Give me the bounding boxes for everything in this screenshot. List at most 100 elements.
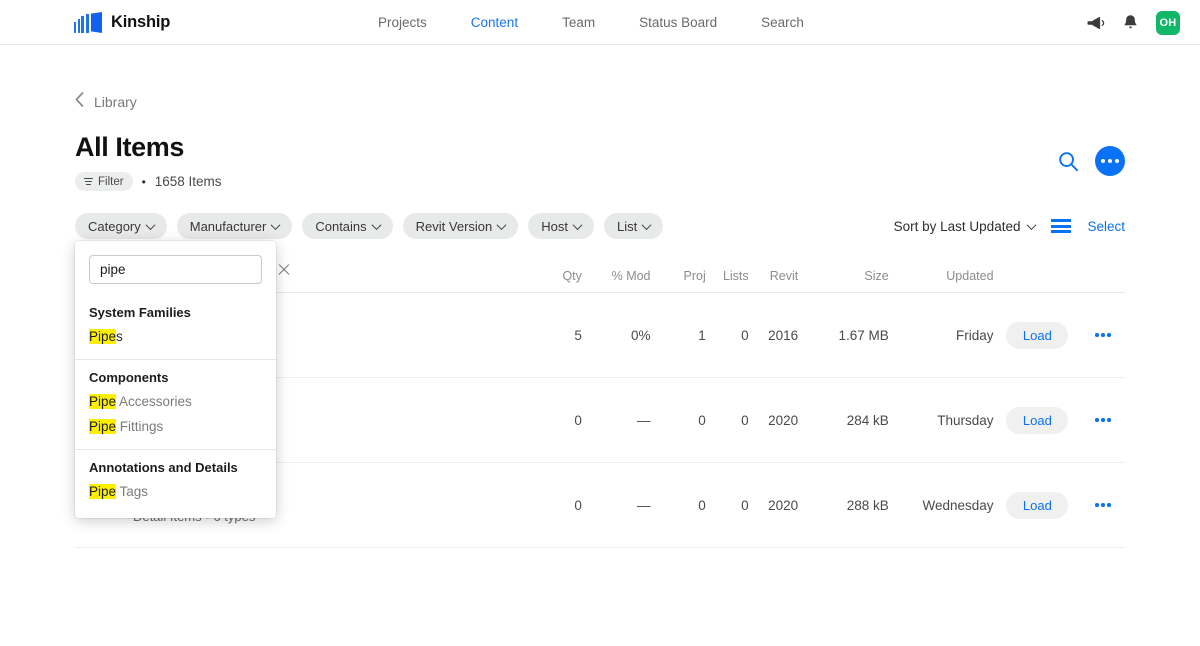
nav-link-search[interactable]: Search [761,15,804,30]
load-button[interactable]: Load [1006,406,1069,434]
row-mod: — [637,497,651,513]
row-size: 288 kB [846,497,889,513]
nav-link-content[interactable]: Content [471,15,518,30]
row-revit: 2020 [768,412,799,428]
row-updated: Thursday [937,412,994,428]
filter-dropdown-host[interactable]: Host [528,213,594,239]
nav-link-status-board[interactable]: Status Board [639,15,717,30]
row-more-cell [1081,333,1125,337]
dropdown-item-pipes[interactable]: Pipes [75,324,276,349]
chip-label-manufacturer: Manufacturer [189,218,267,234]
row-revit: 2016 [768,327,799,343]
megaphone-icon[interactable] [1086,15,1105,31]
sort-dropdown[interactable]: Sort by Last Updated [893,218,1037,234]
category-dropdown-panel: System Families Pipes Components Pipe Ac… [75,241,277,518]
select-button[interactable]: Select [1087,219,1125,234]
column-header-lists: Lists [722,268,749,283]
column-header-updated: Updated [946,268,994,283]
dropdown-group-system-families: System Families Pipes [75,295,276,360]
row-qty: 0 [574,412,582,428]
item-rest: Tags [116,484,149,499]
chip-label-contains: Contains [315,218,367,234]
page-meta: Filter • 1658 Items [75,172,222,191]
nav-link-projects[interactable]: Projects [378,15,427,30]
item-count: 1658 Items [154,174,222,189]
row-lists: 0 [741,497,749,513]
row-more-cell [1081,418,1125,422]
item-rest: s [116,329,123,344]
column-header-size: Size [864,268,889,283]
column-header-proj: Proj [683,268,706,283]
bell-icon[interactable] [1123,14,1138,31]
column-header-qty: Qty [562,268,582,283]
row-proj: 1 [698,327,706,343]
search-icon[interactable] [1058,151,1079,172]
dropdown-group-components: Components Pipe Accessories Pipe Fitting… [75,360,276,450]
filter-dropdown-category[interactable]: Category [75,213,167,239]
row-revit: 2020 [768,497,799,513]
row-qty: 0 [574,497,582,513]
match-highlight: Pipe [89,394,117,409]
column-header-revit: Revit [769,268,799,283]
brand-logo[interactable]: Kinship [74,11,170,33]
load-button[interactable]: Load [1006,321,1069,349]
dropdown-group-title: Components [89,370,169,385]
filter-bar: Category Manufacturer Contains Revit Ver… [75,213,1125,239]
chevron-down-icon [1027,219,1037,230]
close-icon[interactable] [277,263,291,277]
dropdown-group-annotations-and-details: Annotations and Details Pipe Tags [75,450,276,512]
filter-chips: Category Manufacturer Contains Revit Ver… [75,213,664,239]
title-actions [1058,146,1125,176]
row-more-button[interactable] [1095,418,1111,422]
main-nav-links: Projects Content Team Status Board Searc… [378,0,848,45]
dropdown-search-box[interactable] [89,255,277,284]
filter-chip[interactable]: Filter [75,172,133,191]
chevron-down-icon [371,219,382,230]
row-load-cell: Load [994,406,1082,434]
title-block: All Items Filter • 1658 Items [75,134,222,191]
chip-label-revit-version: Revit Version [415,218,493,234]
chevron-left-icon [75,92,84,111]
kinship-logo-icon [74,11,102,33]
row-lists: 0 [741,327,749,343]
row-mod: 0% [631,327,651,343]
dropdown-item-pipe-accessories[interactable]: Pipe Accessories [75,389,276,414]
nav-link-team[interactable]: Team [562,15,595,30]
match-highlight: Pipe [89,419,117,434]
sort-label: Sort by Last Updated [893,218,1021,234]
dropdown-group-title: System Families [89,305,191,320]
filter-icon [84,177,93,186]
breadcrumb-label: Library [94,93,137,110]
user-avatar[interactable]: OH [1156,10,1180,35]
dropdown-group-title: Annotations and Details [89,460,238,475]
row-more-button[interactable] [1095,333,1111,337]
title-row: All Items Filter • 1658 Items [75,134,1125,191]
row-load-cell: Load [994,491,1082,519]
chevron-down-icon [496,219,507,230]
filter-dropdown-revit-version[interactable]: Revit Version [402,213,519,239]
list-view-icon[interactable] [1051,219,1072,233]
item-rest: Fittings [116,419,164,434]
chevron-down-icon [641,219,652,230]
row-updated: Friday [956,327,994,343]
filter-dropdown-contains[interactable]: Contains [302,213,393,239]
dropdown-item-pipe-fittings[interactable]: Pipe Fittings [75,414,276,439]
dropdown-search-input[interactable] [100,262,277,277]
item-rest: Accessories [116,394,192,409]
filter-chip-label: Filter [98,175,124,188]
row-more-button[interactable] [1095,503,1111,507]
row-more-cell [1081,503,1125,507]
filter-dropdown-manufacturer[interactable]: Manufacturer [176,213,293,239]
dropdown-item-pipe-tags[interactable]: Pipe Tags [75,479,276,504]
sort-and-view-controls: Sort by Last Updated Select [894,219,1125,234]
meta-separator: • [141,174,146,189]
chevron-down-icon [270,219,281,230]
top-navigation-bar: Kinship Projects Content Team Status Boa… [0,0,1200,45]
chevron-down-icon [572,219,583,230]
page-more-button[interactable] [1095,146,1125,176]
load-button[interactable]: Load [1006,491,1069,519]
breadcrumb[interactable]: Library [75,92,137,111]
match-highlight: Pipe [89,484,117,499]
filter-dropdown-list[interactable]: List [603,213,664,239]
row-load-cell: Load [994,321,1082,349]
